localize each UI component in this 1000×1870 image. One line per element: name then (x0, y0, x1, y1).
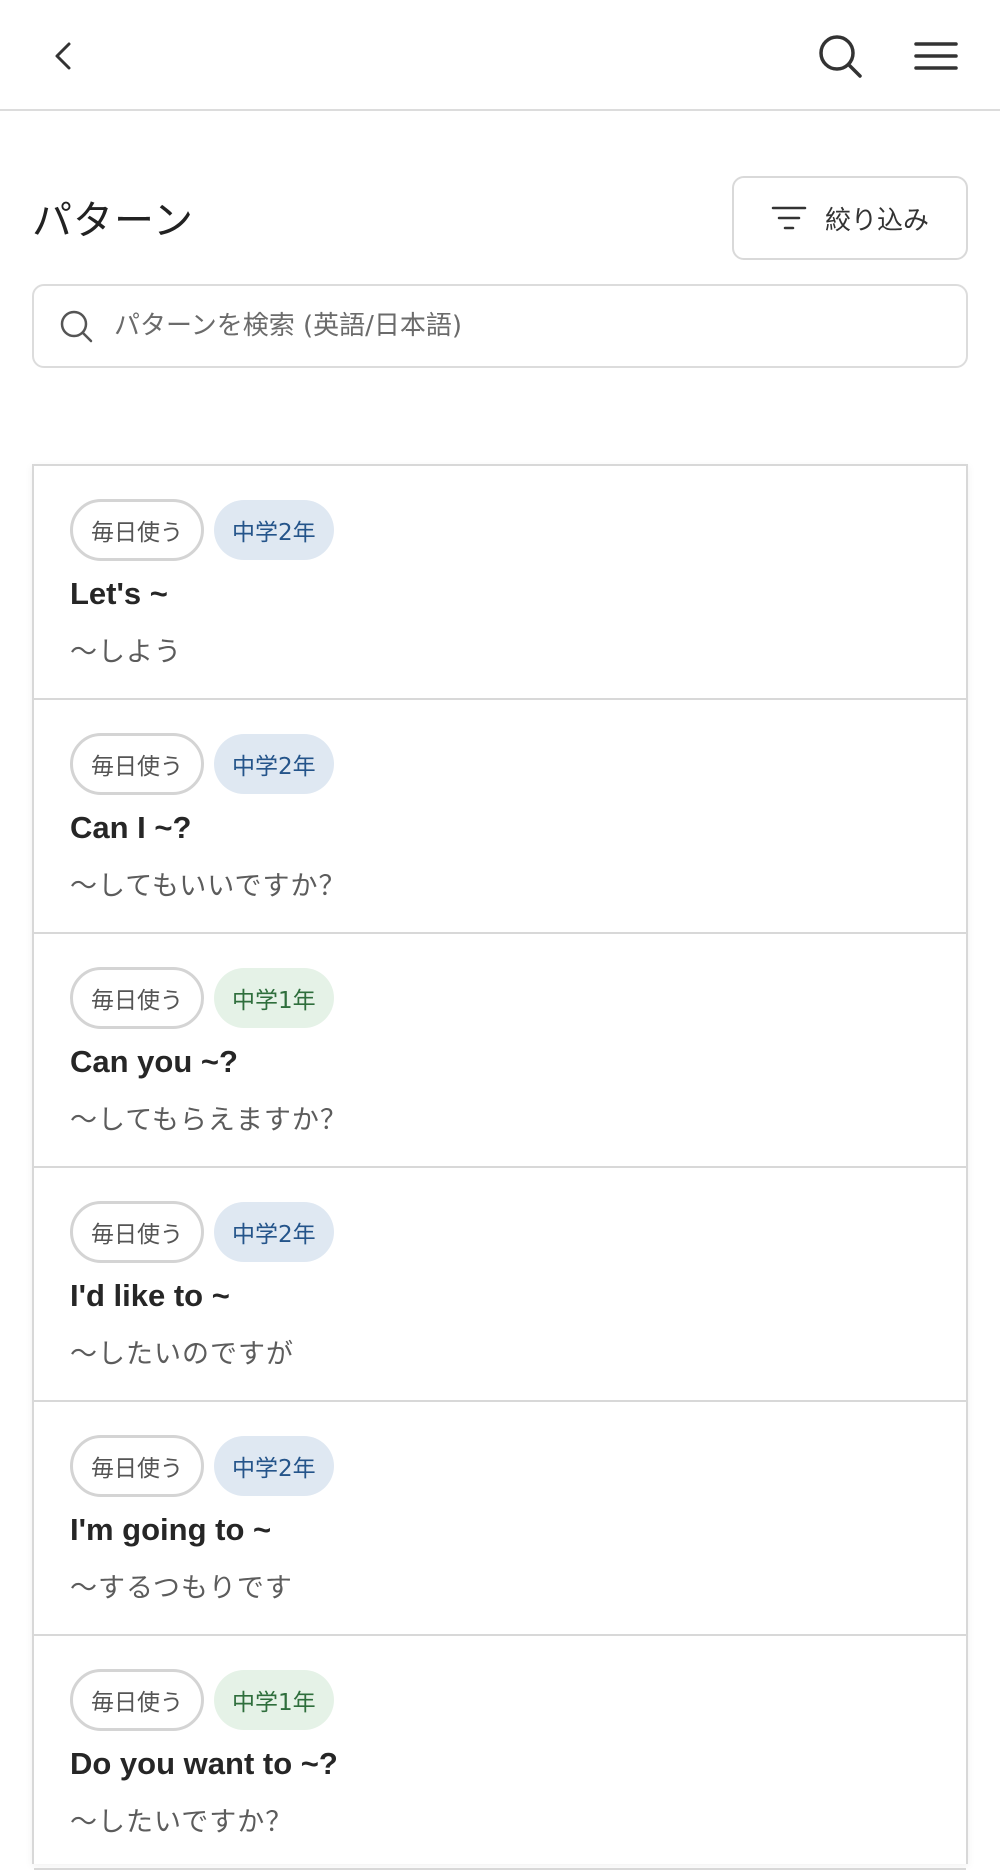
daily-use-tag: 毎日使う (70, 1435, 204, 1497)
pattern-japanese: 〜してもらえますか？ (70, 1105, 348, 1136)
pattern-japanese: 〜したいのですが (70, 1339, 294, 1370)
back-button[interactable] (32, 24, 96, 88)
tag-row: 毎日使う 中学1年 (70, 966, 966, 1030)
pattern-english: Let's ~ (70, 576, 168, 611)
search-icon (819, 35, 862, 78)
tag-row: 毎日使う 中学2年 (70, 1434, 966, 1498)
grade-tag: 中学1年 (214, 968, 334, 1028)
list-item[interactable]: 毎日使う 中学2年 I'm going to ~ 〜するつもりです (34, 1402, 966, 1636)
search-icon (60, 310, 93, 343)
tag-row: 毎日使う 中学2年 (70, 732, 966, 796)
filter-icon (771, 206, 807, 230)
pattern-japanese: 〜しよう (70, 637, 182, 668)
grade-tag: 中学1年 (214, 1670, 334, 1730)
grade-tag: 中学2年 (214, 1202, 334, 1262)
pattern-english: I'd like to ~ (70, 1278, 230, 1313)
chevron-left-icon (55, 42, 71, 70)
list-item[interactable]: 毎日使う 中学1年 Can you ~? 〜してもらえますか？ (34, 934, 966, 1168)
pattern-english: Can you ~? (70, 1044, 238, 1079)
pattern-japanese: 〜したいですか？ (70, 1807, 294, 1838)
tag-row: 毎日使う 中学2年 (70, 1200, 966, 1264)
grade-tag: 中学2年 (214, 1436, 334, 1496)
search-box[interactable] (32, 284, 968, 368)
filter-button[interactable]: 絞り込み (732, 176, 968, 260)
daily-use-tag: 毎日使う (70, 499, 204, 561)
menu-button[interactable] (904, 24, 968, 88)
daily-use-tag: 毎日使う (70, 967, 204, 1029)
hamburger-menu-icon (914, 42, 958, 70)
header-search-button[interactable] (808, 24, 872, 88)
daily-use-tag: 毎日使う (70, 1201, 204, 1263)
pattern-english: Do you want to ~? (70, 1746, 338, 1781)
filter-label: 絞り込み (824, 205, 929, 236)
list-item[interactable]: 毎日使う 中学2年 Let's ~ 〜しよう (34, 466, 966, 700)
daily-use-tag: 毎日使う (70, 1669, 204, 1731)
daily-use-tag: 毎日使う (70, 733, 204, 795)
tag-row: 毎日使う 中学2年 (70, 498, 966, 562)
pattern-english: Can I ~? (70, 810, 192, 845)
tag-row: 毎日使う 中学1年 (70, 1668, 966, 1732)
list-item[interactable]: 毎日使う 中学1年 Do you want to ~? 〜したいですか？ (34, 1636, 966, 1870)
page-title: パターン (32, 198, 194, 244)
pattern-japanese: 〜するつもりです (70, 1573, 293, 1604)
top-app-bar (0, 0, 1000, 111)
list-item[interactable]: 毎日使う 中学2年 Can I ~? 〜してもいいですか？ (34, 700, 966, 934)
grade-tag: 中学2年 (214, 734, 334, 794)
pattern-list: 毎日使う 中学2年 Let's ~ 〜しよう 毎日使う 中学2年 Can I ~… (32, 464, 968, 1870)
search-input[interactable] (114, 296, 966, 356)
pattern-english: I'm going to ~ (70, 1512, 272, 1547)
grade-tag: 中学2年 (214, 500, 334, 560)
pattern-japanese: 〜してもいいですか？ (70, 871, 347, 902)
list-item[interactable]: 毎日使う 中学2年 I'd like to ~ 〜したいのですが (34, 1168, 966, 1402)
